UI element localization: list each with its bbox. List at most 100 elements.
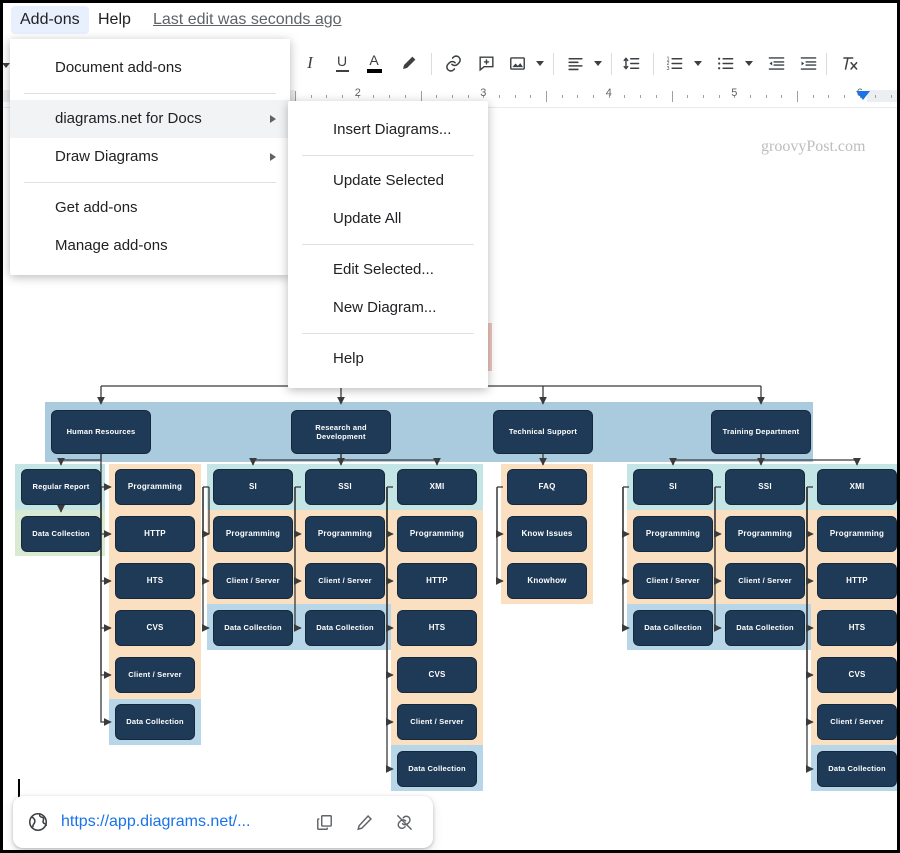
decrease-indent-icon[interactable] — [762, 45, 790, 81]
submenu-item-insert-diagrams[interactable]: Insert Diagrams... — [288, 111, 488, 149]
diagram-node-td-si-dc[interactable]: Data Collection — [633, 610, 713, 646]
link-preview-bubble[interactable]: https://app.diagrams.net/... — [13, 796, 433, 848]
submenu-item-new-diagram[interactable]: New Diagram... — [288, 289, 488, 327]
svg-text:3: 3 — [666, 65, 669, 71]
diagram-node-rd-si-cs[interactable]: Client / Server — [213, 563, 293, 599]
italic-icon[interactable]: I — [297, 45, 323, 81]
text-align-icon[interactable] — [561, 45, 589, 81]
diagram-node-td-xmi-dc[interactable]: Data Collection — [817, 751, 897, 787]
numbered-list-icon[interactable]: 1 2 3 — [660, 45, 688, 81]
band-departments — [45, 402, 813, 462]
diagram-node-td-si[interactable]: SI — [633, 469, 713, 505]
addons-menu-item-get-add-ons[interactable]: Get add-ons — [10, 189, 290, 227]
ruler-minor-tick — [389, 95, 391, 98]
diagram-node-rd-ssi-dc[interactable]: Data Collection — [305, 610, 385, 646]
toolbar-separator — [553, 53, 554, 75]
diagram-node-td-xmi-p[interactable]: Programming — [817, 516, 897, 552]
ruler-minor-tick — [514, 95, 516, 98]
diagram-node-ts-kh[interactable]: Knowhow — [507, 563, 587, 599]
font-size-dropdown-caret-partial[interactable] — [3, 63, 10, 68]
ruler-minor-tick — [561, 95, 563, 98]
diagram-node-td-xmi-hts[interactable]: HTS — [817, 610, 897, 646]
last-edit-status[interactable]: Last edit was seconds ago — [153, 6, 342, 34]
menu-addons[interactable]: Add-ons — [11, 6, 89, 34]
addons-menu-item-manage-add-ons[interactable]: Manage add-ons — [10, 227, 290, 265]
addons-menu-item-document-add-ons[interactable]: Document add-ons — [10, 49, 290, 87]
diagram-node-hr-cs[interactable]: Client / Server — [115, 657, 195, 693]
ruler-minor-tick — [655, 95, 657, 98]
underline-icon[interactable]: U — [329, 45, 355, 81]
add-comment-icon[interactable] — [472, 45, 500, 81]
line-spacing-icon[interactable] — [617, 45, 645, 81]
diagram-node-rd-xmi-dc[interactable]: Data Collection — [397, 751, 477, 787]
link-url[interactable]: https://app.diagrams.net/... — [61, 813, 250, 831]
text-align-dropdown-caret[interactable] — [589, 45, 603, 81]
ruler-minor-tick — [765, 95, 767, 98]
bulleted-list-icon[interactable] — [711, 45, 739, 81]
diagram-node-td-ssi[interactable]: SSI — [725, 469, 805, 505]
diagram-node-ts[interactable]: Technical Support — [493, 410, 593, 454]
diagram-node-rd-xmi-cvs[interactable]: CVS — [397, 657, 477, 693]
diagram-node-hr-rr[interactable]: Regular Report — [21, 469, 101, 505]
ruler-minor-tick — [373, 95, 375, 98]
highlight-color-icon[interactable] — [395, 45, 423, 81]
edit-link-button[interactable] — [349, 807, 379, 837]
diagram-node-rd-xmi[interactable]: XMI — [397, 469, 477, 505]
ruler-label: 4 — [605, 87, 612, 99]
diagram-node-td-xmi-cvs[interactable]: CVS — [817, 657, 897, 693]
diagram-node-hr[interactable]: Human Resources — [51, 410, 151, 454]
diagram-node-td-ssi-dc[interactable]: Data Collection — [725, 610, 805, 646]
addons-dropdown-menu[interactable]: Document add-ons diagrams.net for Docs Dra… — [10, 39, 290, 275]
diagram-node-hr-p[interactable]: Programming — [115, 469, 195, 505]
diagram-node-rd[interactable]: Research and Development — [291, 410, 391, 454]
diagram-node-ts-faq[interactable]: FAQ — [507, 469, 587, 505]
diagram-node-hr-dc2[interactable]: Data Collection — [115, 704, 195, 740]
insert-image-icon[interactable] — [503, 45, 531, 81]
menu-help[interactable]: Help — [89, 6, 140, 34]
numbered-list-dropdown-caret[interactable] — [689, 45, 703, 81]
ruler-minor-tick — [530, 95, 532, 98]
text-color-icon[interactable]: A — [361, 45, 387, 81]
submenu-item-edit-selected[interactable]: Edit Selected... — [288, 251, 488, 289]
diagram-node-td-ssi-p[interactable]: Programming — [725, 516, 805, 552]
bulleted-list-dropdown-caret[interactable] — [740, 45, 754, 81]
diagram-node-rd-xmi-p[interactable]: Programming — [397, 516, 477, 552]
diagram-node-td-xmi[interactable]: XMI — [817, 469, 897, 505]
diagram-node-rd-ssi[interactable]: SSI — [305, 469, 385, 505]
diagram-node-hr-hts[interactable]: HTS — [115, 563, 195, 599]
ruler-minor-tick — [828, 95, 830, 98]
diagram-node-td-ssi-cs[interactable]: Client / Server — [725, 563, 805, 599]
menu-item-label: diagrams.net for Docs — [55, 110, 202, 127]
diagram-node-td-si-cs[interactable]: Client / Server — [633, 563, 713, 599]
copy-link-button[interactable] — [309, 807, 339, 837]
diagram-node-td-xmi-http[interactable]: HTTP — [817, 563, 897, 599]
addons-menu-item-draw-diagrams[interactable]: Draw Diagrams — [10, 138, 290, 176]
addons-menu-item-diagrams-net-for-docs[interactable]: diagrams.net for Docs — [10, 100, 290, 138]
clear-formatting-icon[interactable] — [835, 45, 863, 81]
diagram-node-hr-dc1[interactable]: Data Collection — [21, 516, 101, 552]
diagram-node-rd-ssi-p[interactable]: Programming — [305, 516, 385, 552]
diagram-node-td[interactable]: Training Department — [711, 410, 811, 454]
diagram-node-td-xmi-cs[interactable]: Client / Server — [817, 704, 897, 740]
submenu-item-help[interactable]: Help — [288, 340, 488, 378]
diagram-node-rd-xmi-hts[interactable]: HTS — [397, 610, 477, 646]
increase-indent-icon[interactable] — [794, 45, 822, 81]
diagram-node-rd-xmi-cs[interactable]: Client / Server — [397, 704, 477, 740]
right-indent-marker[interactable] — [856, 91, 870, 100]
diagram-node-rd-xmi-http[interactable]: HTTP — [397, 563, 477, 599]
diagram-node-rd-si-p[interactable]: Programming — [213, 516, 293, 552]
diagrams-net-submenu[interactable]: Insert Diagrams... Update Selected Update … — [288, 101, 488, 388]
diagram-node-hr-cvs[interactable]: CVS — [115, 610, 195, 646]
submenu-item-update-all[interactable]: Update All — [288, 200, 488, 238]
diagram-node-rd-si-dc[interactable]: Data Collection — [213, 610, 293, 646]
insert-image-dropdown-caret[interactable] — [531, 45, 545, 81]
remove-link-button[interactable] — [389, 807, 419, 837]
submenu-item-update-selected[interactable]: Update Selected — [288, 162, 488, 200]
diagram-node-ts-ki[interactable]: Know Issues — [507, 516, 587, 552]
diagram-node-rd-si[interactable]: SI — [213, 469, 293, 505]
insert-link-icon[interactable] — [439, 45, 467, 81]
diagram-node-td-si-p[interactable]: Programming — [633, 516, 713, 552]
diagram-node-hr-http[interactable]: HTTP — [115, 516, 195, 552]
ruler-major-tick — [546, 91, 547, 102]
diagram-node-rd-ssi-cs[interactable]: Client / Server — [305, 563, 385, 599]
